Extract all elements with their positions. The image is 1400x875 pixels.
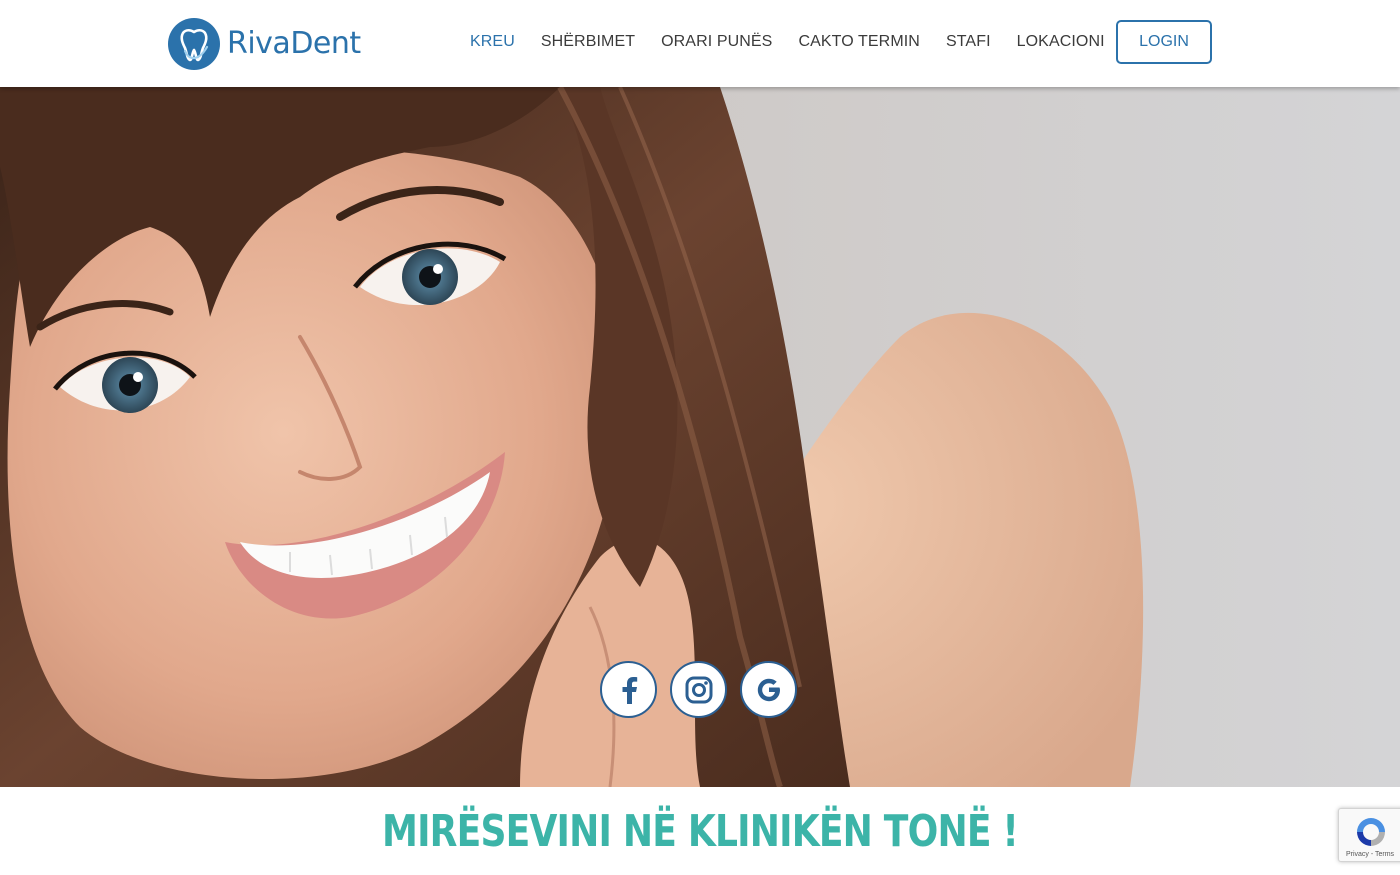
facebook-icon <box>622 676 637 704</box>
nav-item-sherbimet[interactable]: SHËRBIMET <box>541 33 635 51</box>
social-links <box>600 661 797 718</box>
nav-item-orari-punes[interactable]: ORARI PUNËS <box>661 33 772 51</box>
recaptcha-terms-link[interactable]: Terms <box>1375 851 1394 858</box>
nav-item-cakto-termin[interactable]: CAKTO TERMIN <box>798 33 920 51</box>
facebook-button[interactable] <box>600 661 657 718</box>
hero-banner <box>0 87 1400 787</box>
recaptcha-links: Privacy - Terms <box>1339 851 1400 858</box>
logo-link[interactable]: RivaDent <box>167 17 361 71</box>
brand-name: RivaDent <box>227 26 361 61</box>
tooth-logo-icon <box>168 18 220 70</box>
instagram-icon <box>685 676 712 703</box>
recaptcha-badge[interactable]: Privacy - Terms <box>1338 808 1400 862</box>
site-header: RivaDent KREU SHËRBIMET ORARI PUNËS CAKT… <box>0 0 1400 87</box>
nav-item-kreu[interactable]: KREU <box>470 33 515 51</box>
welcome-heading: MIRËSEVINI NË KLINIKËN TONË ! <box>381 806 1019 857</box>
nav-item-stafi[interactable]: STAFI <box>946 33 991 51</box>
google-icon <box>757 678 780 701</box>
google-button[interactable] <box>740 661 797 718</box>
main-nav: KREU SHËRBIMET ORARI PUNËS CAKTO TERMIN … <box>470 0 1131 84</box>
recaptcha-privacy-link[interactable]: Privacy <box>1346 851 1369 858</box>
login-button[interactable]: LOGIN <box>1116 20 1212 64</box>
instagram-button[interactable] <box>670 661 727 718</box>
recaptcha-icon <box>1357 818 1385 846</box>
nav-item-lokacioni[interactable]: LOKACIONI <box>1017 33 1105 51</box>
